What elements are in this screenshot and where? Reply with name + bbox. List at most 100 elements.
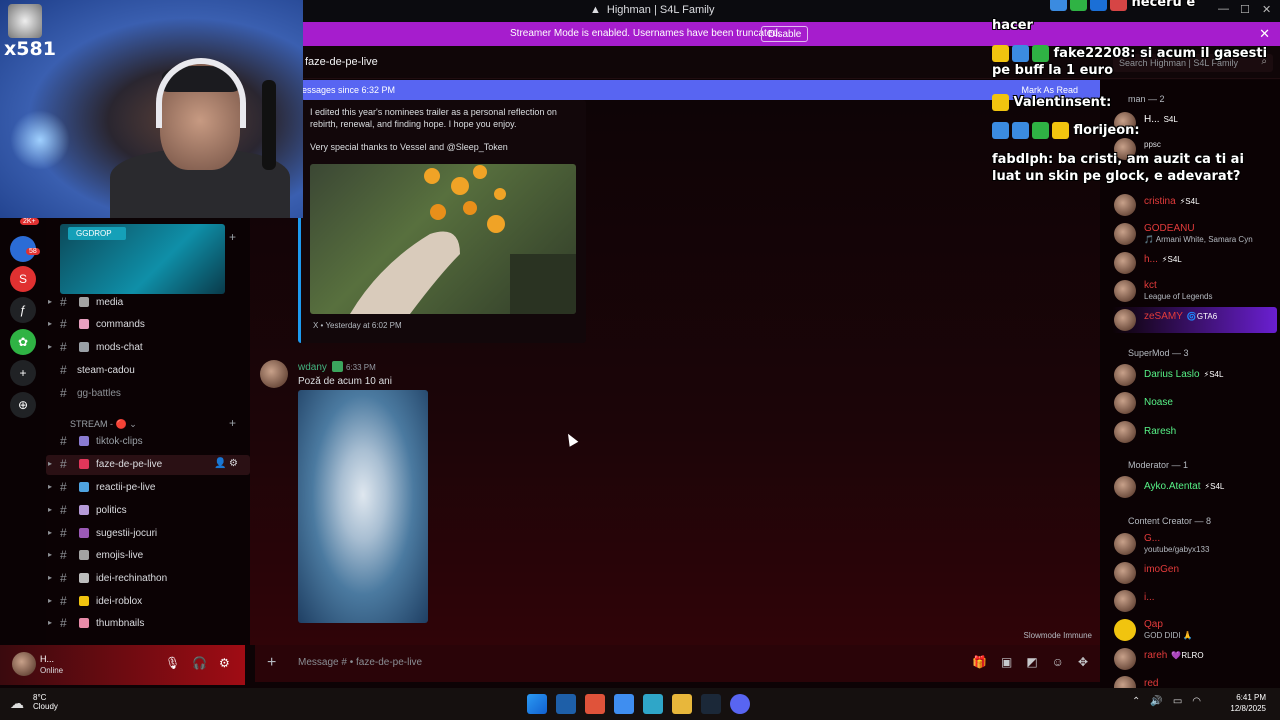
hash-icon: # — [60, 616, 67, 630]
channel-item-sugestii-jocuri[interactable]: ▸ # sugestii-jocuri — [46, 524, 250, 544]
member-item[interactable]: Noase — [1112, 390, 1277, 416]
chevron-right-icon: ▸ — [48, 528, 53, 537]
member-item[interactable]: Ayko.Atentat ⚡S4L — [1112, 474, 1277, 500]
notification-badge: 2K+ — [20, 218, 39, 225]
message-input[interactable]: Message # • faze-de-pe-live — [298, 657, 422, 668]
folder-icon[interactable] — [672, 694, 692, 714]
message-list[interactable]: I edited this year's nominees trailer as… — [250, 100, 1100, 645]
chevron-right-icon: ▸ — [48, 297, 53, 306]
avatar — [1114, 392, 1136, 414]
member-item[interactable]: cristina ⚡S4L — [1112, 192, 1277, 218]
chevron-right-icon: ▸ — [48, 596, 53, 605]
message-author[interactable]: wdany — [298, 362, 327, 373]
server-icon-2[interactable]: S — [10, 266, 36, 292]
taskbar-apps — [527, 694, 750, 714]
member-item[interactable]: kct League of Legends — [1112, 278, 1277, 304]
channel-item-mods-chat[interactable]: ▸ # mods-chat — [46, 338, 250, 358]
username[interactable]: H... — [40, 654, 54, 664]
server-icon-3[interactable]: ƒ — [10, 297, 36, 323]
invite-icon[interactable]: 👤 — [214, 458, 226, 469]
member-item[interactable]: imoGen — [1112, 560, 1277, 586]
ggdrop-banner[interactable]: GGDROP — [60, 224, 225, 294]
chevron-up-icon[interactable]: ⌃ — [1132, 696, 1140, 707]
avatar — [1114, 619, 1136, 641]
banner-text: Streamer Mode is enabled. Usernames have… — [510, 28, 781, 39]
wifi-icon[interactable]: ◠ — [1192, 696, 1201, 707]
volume-icon[interactable]: 🔊 — [1150, 696, 1162, 707]
message-composer: + Message # • faze-de-pe-live 🎁 ▣ ◩ ☺ ✥ — [255, 645, 1100, 682]
cloud-icon: ☁ — [10, 695, 24, 711]
channel-item-politics[interactable]: ▸ # politics — [46, 501, 250, 521]
disable-button[interactable]: Disable — [761, 26, 809, 42]
member-item[interactable]: zeSAMY 🌀GTA6 — [1112, 307, 1277, 333]
clock[interactable]: 6:41 PM 12/8/2025 — [1230, 692, 1266, 714]
chevron-right-icon: ▸ — [48, 505, 53, 514]
channel-item-commands[interactable]: ▸ # commands — [46, 315, 250, 335]
member-item[interactable]: Raresh — [1112, 419, 1277, 445]
channel-item-faze-de-pe-live[interactable]: ▸ # faze-de-pe-live 👤 ⚙ — [46, 455, 250, 475]
emoji-icon[interactable]: ☺ — [1052, 655, 1064, 669]
headphones-icon[interactable]: 🎧 — [192, 656, 207, 670]
discover-icon[interactable]: ⊕ — [10, 392, 36, 418]
discord-icon[interactable] — [730, 694, 750, 714]
chevron-right-icon: ▸ — [48, 573, 53, 582]
member-item[interactable]: G... youtube/gabyx133 — [1112, 531, 1277, 557]
channel-item-tiktok-clips[interactable]: # tiktok-clips — [46, 432, 250, 452]
apps-icon[interactable]: ✥ — [1078, 655, 1088, 669]
start-icon[interactable] — [527, 694, 547, 714]
chevron-right-icon: ▸ — [48, 618, 53, 627]
embed-image[interactable] — [310, 164, 576, 314]
add-channel-icon[interactable]: + — [229, 230, 236, 244]
channel-emoji-icon — [79, 618, 89, 628]
member-item[interactable]: h... ⚡S4L — [1112, 250, 1277, 276]
battery-icon[interactable]: ▭ — [1173, 696, 1182, 707]
channel-item-idei-rechinathon[interactable]: ▸ # idei-rechinathon — [46, 569, 250, 589]
channel-emoji-icon — [79, 550, 89, 560]
attach-plus-icon[interactable]: + — [267, 654, 276, 672]
gift-icon[interactable]: 🎁 — [972, 655, 987, 669]
steam-icon[interactable] — [701, 694, 721, 714]
server-icon-4[interactable]: ✿ — [10, 329, 36, 355]
channel-item-reactii-pe-live[interactable]: ▸ # reactii-pe-live — [46, 478, 250, 498]
member-item[interactable]: GODEANU 🎵 Armani White, Samara Cyn — [1112, 221, 1277, 247]
add-channel-icon[interactable]: + — [229, 416, 236, 430]
channel-item-steam-cadou[interactable]: # steam-cadou — [46, 361, 250, 381]
channel-item-emojis-live[interactable]: ▸ # emojis-live — [46, 546, 250, 566]
channel-item-idei-roblox[interactable]: ▸ # idei-roblox — [46, 592, 250, 612]
app-logo-icon: ▲ — [590, 4, 601, 16]
app-icon-teal[interactable] — [643, 694, 663, 714]
avatar[interactable] — [12, 652, 36, 676]
microphone-icon[interactable]: 🎙 — [165, 656, 180, 670]
avatar — [1114, 280, 1136, 302]
message-image[interactable] — [298, 390, 428, 623]
member-item[interactable]: rareh 💜RLRO — [1112, 646, 1277, 672]
gear-icon[interactable]: ⚙ — [229, 458, 238, 469]
chevron-right-icon: ▸ — [48, 459, 53, 468]
sticker-icon[interactable]: ◩ — [1026, 655, 1037, 669]
channel-item-media[interactable]: ▸ # media — [46, 293, 250, 313]
user-status: Online — [40, 666, 64, 675]
channel-item-thumbnails[interactable]: ▸ # thumbnails — [46, 614, 250, 634]
add-server-icon[interactable]: + — [10, 360, 36, 386]
app-icon-blue[interactable] — [614, 694, 634, 714]
channel-emoji-icon — [79, 573, 89, 583]
category-stream[interactable]: STREAM - 🔴 ⌄ — [70, 419, 137, 430]
member-item[interactable]: i... — [1112, 588, 1277, 614]
avatar — [1114, 562, 1136, 584]
gif-icon[interactable]: ▣ — [1001, 655, 1012, 669]
channel-emoji-icon — [79, 319, 89, 329]
flowers-image-icon — [350, 165, 576, 314]
avatar[interactable] — [260, 360, 288, 388]
message-item[interactable]: wdany 6:33 PM Poză de acum 10 ani — [258, 358, 858, 628]
new-messages-bar[interactable]: essages since 6:32 PM Mark As Read — [300, 80, 1100, 100]
settings-gear-icon[interactable]: ⚙ — [219, 656, 230, 670]
file-explorer-app-icon[interactable] — [556, 694, 576, 714]
brave-browser-icon[interactable] — [585, 694, 605, 714]
member-item[interactable]: red — [1112, 674, 1277, 688]
channel-emoji-icon — [79, 528, 89, 538]
channel-item-gg-battles[interactable]: # gg-battles — [46, 384, 250, 404]
member-item[interactable]: Qap GOD DIDI 🙏 — [1112, 617, 1277, 643]
member-item[interactable]: Darius Laslo ⚡S4L — [1112, 362, 1277, 388]
weather-widget[interactable]: 8°C Cloudy — [33, 693, 58, 711]
hash-icon: # — [60, 480, 67, 494]
